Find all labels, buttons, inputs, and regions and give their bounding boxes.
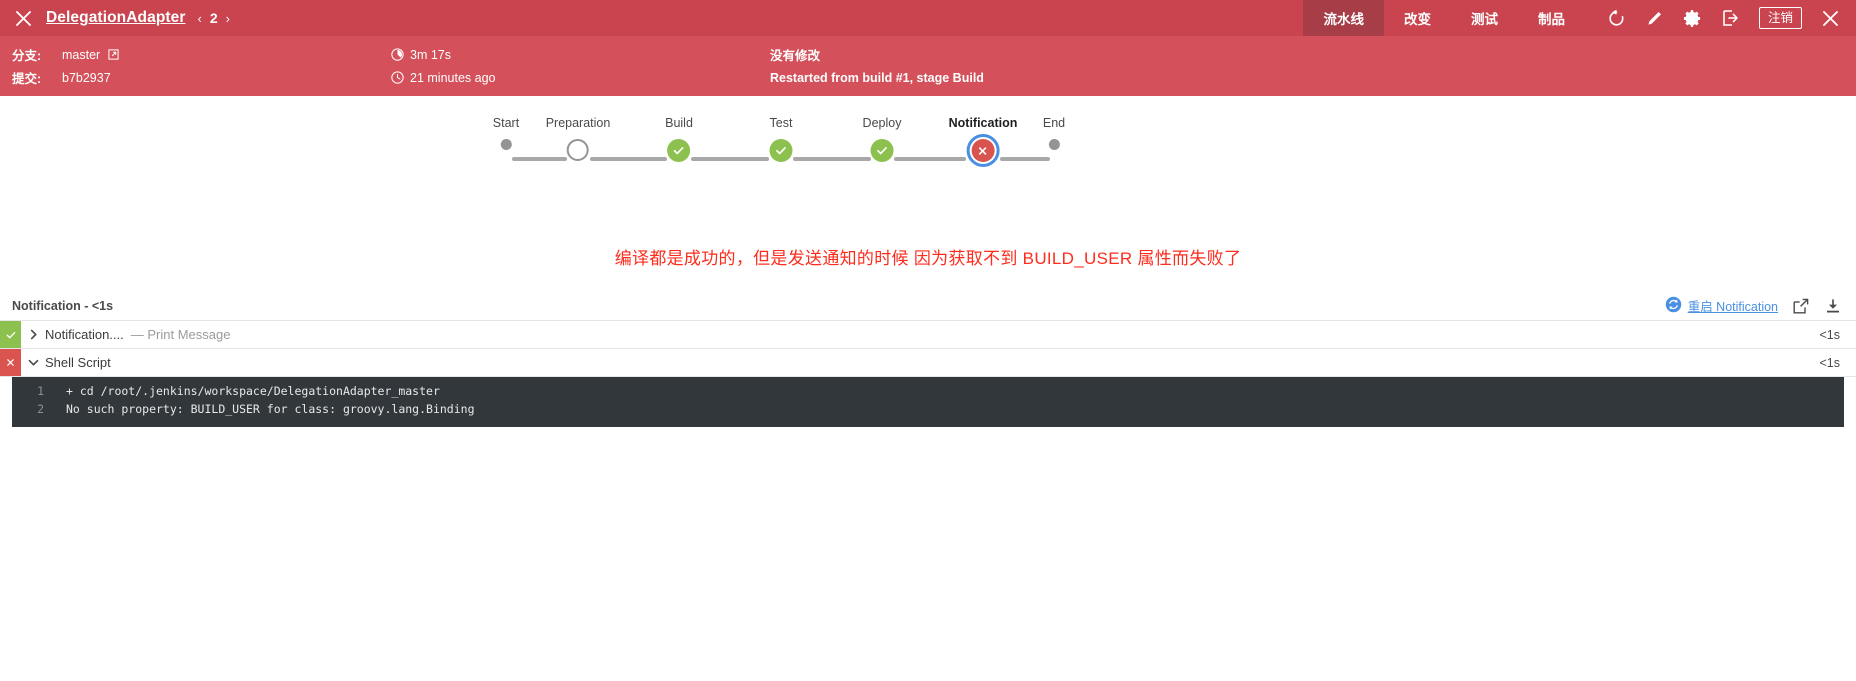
results-title: Notification - <1s — [12, 298, 114, 313]
stage-node-failed-selected[interactable] — [966, 134, 1000, 167]
edge-build-test — [691, 157, 769, 161]
stage-node-success-check[interactable] — [667, 139, 691, 162]
relative-time-row: 21 minutes ago — [390, 71, 770, 85]
previous-run-button[interactable]: ‹ — [198, 11, 202, 26]
pipeline-stage-deploy[interactable]: Deploy — [862, 116, 902, 162]
commit-label: 提交: — [12, 72, 42, 86]
branch-commit-group: 分支: master 提交: b7b2937 — [0, 47, 390, 87]
log-line-text: + cd /root/.jenkins/workspace/Delegation… — [66, 384, 440, 398]
log-line-number: 2 — [37, 401, 44, 416]
step-row[interactable]: Shell Script <1s — [0, 348, 1856, 377]
next-run-button[interactable]: › — [226, 11, 230, 26]
stage-label: Notification — [948, 116, 1018, 130]
restart-stage-label: 重启 Notification — [1687, 300, 1778, 314]
logout-button[interactable]: 注销 — [1758, 6, 1802, 30]
step-subtitle: — Print Message — [130, 327, 231, 342]
page-title[interactable]: DelegationAdapter — [46, 9, 186, 27]
branch-row: 分支: master — [12, 47, 390, 63]
pipeline-stage-test[interactable]: Test — [769, 116, 793, 162]
stage-label: End — [1042, 116, 1066, 130]
step-results-panel: Notification - <1s 重启 Notification Notif… — [0, 291, 1856, 427]
chevron-right-icon[interactable] — [21, 321, 45, 348]
branch-label: 分支: — [12, 49, 42, 63]
chevron-down-icon[interactable] — [21, 349, 45, 376]
stage-label: Build — [665, 116, 693, 130]
timer-icon — [390, 48, 404, 62]
tab-tests[interactable]: 测试 — [1451, 0, 1518, 36]
pipeline-stage-build[interactable]: Build — [665, 116, 693, 162]
commit-value: b7b2937 — [62, 70, 111, 85]
pipeline-graph-area: Start Preparation Build Test Deploy Noti… — [0, 96, 1856, 291]
changes-detail: Restarted from build #1, stage Build — [770, 70, 984, 85]
step-duration: <1s — [1819, 327, 1840, 342]
app-header: DelegationAdapter ‹ 2 › 流水线 改变 测试 制品 注销 — [0, 0, 1856, 36]
log-line-number: 1 — [37, 384, 44, 398]
pipeline-graph: Start Preparation Build Test Deploy Noti… — [478, 116, 1098, 186]
step-status-success-icon — [0, 321, 21, 348]
tab-pipeline[interactable]: 流水线 — [1303, 0, 1384, 36]
annotation-text: 编译都是成功的，但是发送通知的时候 因为获取不到 BUILD_USER 属性而失… — [614, 249, 1242, 268]
external-link-icon[interactable] — [108, 49, 119, 60]
stage-node-start-dot[interactable] — [500, 139, 512, 150]
pipeline-stage-preparation[interactable]: Preparation — [545, 116, 611, 161]
duration-row: 3m 17s — [390, 48, 770, 62]
stage-node-success-check[interactable] — [769, 139, 793, 162]
results-header: Notification - <1s 重启 Notification — [0, 291, 1856, 321]
branch-value: master — [62, 47, 101, 62]
stage-label: Start — [492, 116, 520, 130]
pipeline-stage-notification[interactable]: Notification — [948, 116, 1018, 167]
log-line: 1 + cd /root/.jenkins/workspace/Delegati… — [12, 383, 1844, 401]
header-actions: 注销 — [1585, 0, 1856, 36]
log-line: 2 No such property: BUILD_USER for class… — [12, 401, 1844, 419]
pipeline-stage-end[interactable]: End — [1043, 116, 1065, 150]
close-icon[interactable] — [12, 7, 34, 29]
stage-node-skipped-ring[interactable] — [567, 139, 589, 161]
header-left-group: DelegationAdapter ‹ 2 › — [0, 0, 1303, 36]
commit-row: 提交: b7b2937 — [12, 70, 390, 87]
external-link-icon[interactable] — [1792, 297, 1810, 315]
stage-node-end-dot[interactable] — [1048, 139, 1060, 150]
gear-icon[interactable] — [1683, 8, 1703, 28]
stage-label: Preparation — [545, 116, 611, 130]
console-log-output[interactable]: 1 + cd /root/.jenkins/workspace/Delegati… — [12, 377, 1844, 427]
tab-changes[interactable]: 改变 — [1384, 0, 1451, 36]
stage-label: Test — [769, 116, 793, 130]
step-title: Notification.... — [45, 327, 124, 342]
stage-node-success-check[interactable] — [870, 139, 894, 162]
step-row[interactable]: Notification.... — Print Message <1s — [0, 320, 1856, 349]
tab-artifacts[interactable]: 制品 — [1518, 0, 1585, 36]
step-status-failed-icon — [0, 349, 21, 376]
run-number: 2 — [209, 10, 218, 26]
close-panel-icon[interactable] — [1820, 8, 1840, 28]
edit-pencil-icon[interactable] — [1645, 8, 1665, 28]
restart-stage-link[interactable]: 重启 Notification — [1665, 296, 1778, 316]
duration-value: 3m 17s — [410, 47, 451, 62]
changes-detail-row: Restarted from build #1, stage Build — [770, 71, 1856, 85]
logout-arrow-icon[interactable] — [1721, 8, 1741, 28]
restart-circle-icon — [1665, 296, 1682, 316]
edge-test-deploy — [793, 157, 871, 161]
download-icon[interactable] — [1824, 297, 1842, 315]
stage-label: Deploy — [862, 116, 902, 130]
changes-group: 没有修改 Restarted from build #1, stage Buil… — [770, 48, 1856, 85]
changes-title-row: 没有修改 — [770, 48, 1856, 63]
clock-icon — [390, 71, 404, 85]
pipeline-stage-start[interactable]: Start — [493, 116, 519, 150]
timing-group: 3m 17s 21 minutes ago — [390, 48, 770, 85]
run-metadata-bar: 分支: master 提交: b7b2937 3m 17s 21 minutes… — [0, 36, 1856, 96]
step-title: Shell Script — [45, 355, 111, 370]
header-tabs: 流水线 改变 测试 制品 — [1303, 0, 1585, 36]
replay-icon[interactable] — [1607, 8, 1627, 28]
step-name-group: Notification.... — Print Message — [45, 321, 1819, 348]
relative-time-value: 21 minutes ago — [410, 70, 496, 85]
changes-title: 没有修改 — [770, 49, 821, 63]
log-line-text: No such property: BUILD_USER for class: … — [66, 401, 475, 416]
run-navigator: ‹ 2 › — [198, 10, 230, 26]
step-name-group: Shell Script — [45, 349, 1819, 376]
step-duration: <1s — [1819, 355, 1840, 370]
